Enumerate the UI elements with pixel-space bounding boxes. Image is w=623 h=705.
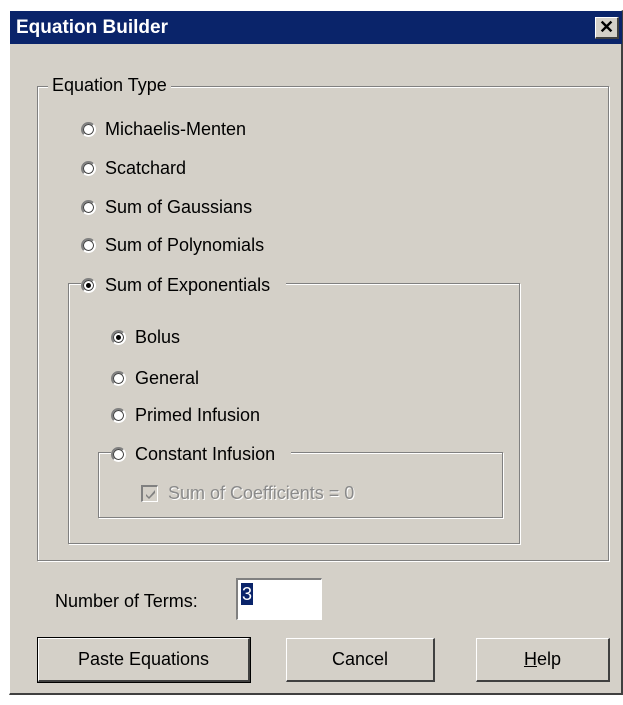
radio-circle-icon <box>81 121 96 137</box>
radio-sum-of-polynomials[interactable]: Sum of Polynomials <box>81 233 264 257</box>
radio-label: Michaelis-Menten <box>105 118 247 139</box>
radio-label: Scatchard <box>105 157 187 178</box>
cancel-button[interactable]: Cancel <box>286 638 435 682</box>
radio-circle-icon <box>81 160 96 176</box>
radio-circle-icon <box>111 370 126 386</box>
number-of-terms-value: 3 <box>241 583 254 605</box>
radio-general[interactable]: General <box>111 366 199 390</box>
button-label: Help <box>523 649 562 669</box>
radio-circle-icon <box>81 237 96 253</box>
radio-label: Primed Infusion <box>135 404 261 425</box>
radio-michaelis-menten[interactable]: Michaelis-Menten <box>81 117 246 141</box>
radio-scatchard[interactable]: Scatchard <box>81 156 186 180</box>
radio-label: Sum of Polynomials <box>105 234 265 255</box>
radio-constant-infusion[interactable]: Constant Infusion <box>111 442 292 466</box>
paste-equations-button[interactable]: Paste Equations <box>37 637 251 683</box>
help-button[interactable]: Help <box>476 638 610 682</box>
radio-circle-icon <box>111 446 126 462</box>
radio-label: General <box>135 367 200 388</box>
button-label: Paste Equations <box>77 649 210 669</box>
radio-label: Constant Infusion <box>135 443 276 464</box>
number-of-terms-label: Number of Terms: <box>55 591 198 611</box>
radio-checked-icon <box>81 277 96 293</box>
radio-sum-of-gaussians[interactable]: Sum of Gaussians <box>81 195 252 219</box>
window-title: Equation Builder <box>16 17 168 38</box>
close-icon[interactable]: ✕ <box>595 17 619 39</box>
radio-circle-icon <box>81 199 96 215</box>
button-label: Cancel <box>331 649 389 669</box>
checkbox-label: Sum of Coefficients = 0 <box>168 482 355 503</box>
radio-label: Sum of Exponentials <box>105 274 271 295</box>
equation-builder-dialog: Equation Builder ✕ Equation Type Michael… <box>9 10 623 695</box>
radio-circle-icon <box>111 407 126 423</box>
checkmark-icon <box>141 484 158 502</box>
radio-label: Sum of Gaussians <box>105 196 253 217</box>
equation-type-label: Equation Type <box>48 75 171 96</box>
number-of-terms-input[interactable]: 3 <box>236 578 322 620</box>
radio-bolus[interactable]: Bolus <box>111 325 180 349</box>
radio-primed-infusion[interactable]: Primed Infusion <box>111 403 260 427</box>
radio-sum-of-exponentials[interactable]: Sum of Exponentials <box>81 273 287 297</box>
title-bar[interactable]: Equation Builder ✕ <box>10 11 622 44</box>
checkbox-sum-of-coefficients[interactable]: Sum of Coefficients = 0 <box>141 481 354 505</box>
radio-label: Bolus <box>135 326 181 347</box>
radio-checked-icon <box>111 329 126 345</box>
